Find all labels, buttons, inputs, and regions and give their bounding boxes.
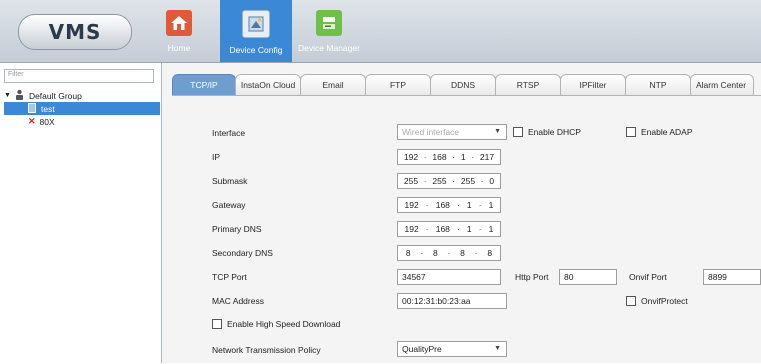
tree-group-label: Default Group [28,90,82,101]
ip-octet: 1 [460,152,466,162]
tree-device-label: 80X [39,116,55,127]
high-speed-download-checkbox[interactable]: Enable High Speed Download [212,319,340,329]
ip-octet: 8 [433,248,438,258]
dropdown-arrow-icon: ▼ [494,128,501,135]
enable-dhcp-label: Enable DHCP [528,127,581,137]
tcp-port-label: TCP Port [212,272,247,282]
nav-device-manager-label: Device Manager [298,43,360,53]
top-bar: VMS Home Device Config Device Manager [0,0,761,63]
gateway-field[interactable]: 192 · 168 · 1 · 1 [397,197,501,213]
filter-input[interactable]: Filter [4,69,154,83]
device-config-content: TCP/IP InstaOn Cloud Email FTP DDNS RTSP… [162,63,761,363]
primary-dns-label: Primary DNS [212,224,262,234]
tab-alarm-center[interactable]: Alarm Center [690,74,754,95]
tab-tcp-ip[interactable]: TCP/IP [172,74,236,95]
ip-octet: 8 [460,248,465,258]
submask-field[interactable]: 255 · 255 · 255 · 0 [397,173,501,189]
ip-octet: 1 [488,224,494,234]
transmission-policy-label: Network Transmission Policy [212,345,321,355]
tab-ntp[interactable]: NTP [625,74,691,95]
tree-device-test[interactable]: test [4,102,160,115]
high-speed-download-label: Enable High Speed Download [227,319,341,329]
tree-device-80x[interactable]: ✕ 80X [4,115,160,128]
ip-address-field[interactable]: 192 · 168 · 1 · 217 [397,149,501,165]
device-tree: ▼ Default Group test ✕ 80X [4,89,160,128]
ip-octet: 0 [489,176,495,186]
onvif-port-input[interactable]: 8899 [703,269,761,285]
transmission-policy-value: QualityPre [402,344,442,354]
tab-ftp[interactable]: FTP [365,74,431,95]
device-config-icon [242,10,270,38]
ip-octet: 8 [487,248,493,258]
tab-ipfilter[interactable]: IPFilter [560,74,626,95]
tab-rtsp[interactable]: RTSP [495,74,561,95]
tab-ddns[interactable]: DDNS [430,74,496,95]
enable-dhcp-checkbox[interactable]: Enable DHCP [513,127,581,137]
ip-octet: 192 [404,224,419,234]
ip-octet: 168 [435,224,450,234]
interface-value: Wired interface [402,127,460,137]
nav-device-manager-button[interactable]: Device Manager [294,0,364,62]
ip-octet: 192 [404,200,419,210]
onvif-protect-label: OnvifProtect [641,296,688,306]
ip-octet: 1 [488,200,494,210]
interface-label: Interface [212,128,246,138]
nav-home-button[interactable]: Home [162,0,196,62]
enable-adap-label: Enable ADAP [641,127,693,137]
dropdown-arrow-icon: ▼ [494,345,501,352]
http-port-input[interactable]: 80 [559,269,617,285]
device-tree-panel: Filter ▼ Default Group test ✕ 80X [0,63,162,363]
tcp-port-input[interactable]: 34567 [397,269,501,285]
checkbox-box [513,127,523,137]
nav-device-config-button[interactable]: Device Config [220,0,292,62]
config-tabs: TCP/IP InstaOn Cloud Email FTP DDNS RTSP… [172,74,754,95]
interface-select[interactable]: Wired interface ▼ [397,124,507,140]
ip-octet: 192 [403,152,419,162]
ip-octet: 168 [435,200,450,210]
primary-dns-field[interactable]: 192 · 168 · 1 · 1 [397,221,501,237]
tab-email[interactable]: Email [300,74,366,95]
ip-octet: 255 [432,176,447,186]
checkbox-box [626,127,636,137]
ip-octet: 8 [405,248,411,258]
onvif-port-label: Onvif Port [629,272,667,282]
group-icon [14,89,25,102]
checkbox-box [626,296,636,306]
ip-label: IP [212,152,221,162]
mac-address-label: MAC Address [212,296,264,306]
nav-device-config-label: Device Config [229,45,283,55]
tree-device-label: test [41,103,55,114]
nav-home-label: Home [167,43,191,53]
app-logo: VMS [18,14,132,50]
onvif-protect-checkbox[interactable]: OnvifProtect [626,296,688,306]
secondary-dns-field[interactable]: 8 · 8 · 8 · 8 [397,245,501,261]
ip-octet: 217 [479,152,495,162]
ip-octet: 1 [466,200,472,210]
device-manager-icon [316,10,342,36]
device-online-icon [28,102,36,115]
ip-octet: 1 [466,224,472,234]
checkbox-box [212,319,222,329]
ip-octet: 168 [432,152,447,162]
tab-instaon-cloud[interactable]: InstaOn Cloud [235,74,301,95]
ip-octet: 255 [460,176,476,186]
tree-group-default[interactable]: ▼ Default Group [4,89,160,102]
ip-octet: 255 [403,176,419,186]
transmission-policy-select[interactable]: QualityPre ▼ [397,341,507,357]
http-port-label: Http Port [515,272,549,282]
submask-label: Submask [212,176,248,186]
gateway-label: Gateway [212,200,246,210]
enable-adap-checkbox[interactable]: Enable ADAP [626,127,693,137]
tcp-ip-settings-panel: Interface Wired interface ▼ Enable DHCP … [172,95,761,364]
device-offline-icon: ✕ [28,116,36,126]
mac-address-input[interactable]: 00:12:31:b0:23:aa [397,293,507,309]
secondary-dns-label: Secondary DNS [212,248,273,258]
home-icon [166,10,192,36]
collapse-arrow-icon[interactable]: ▼ [4,92,11,99]
